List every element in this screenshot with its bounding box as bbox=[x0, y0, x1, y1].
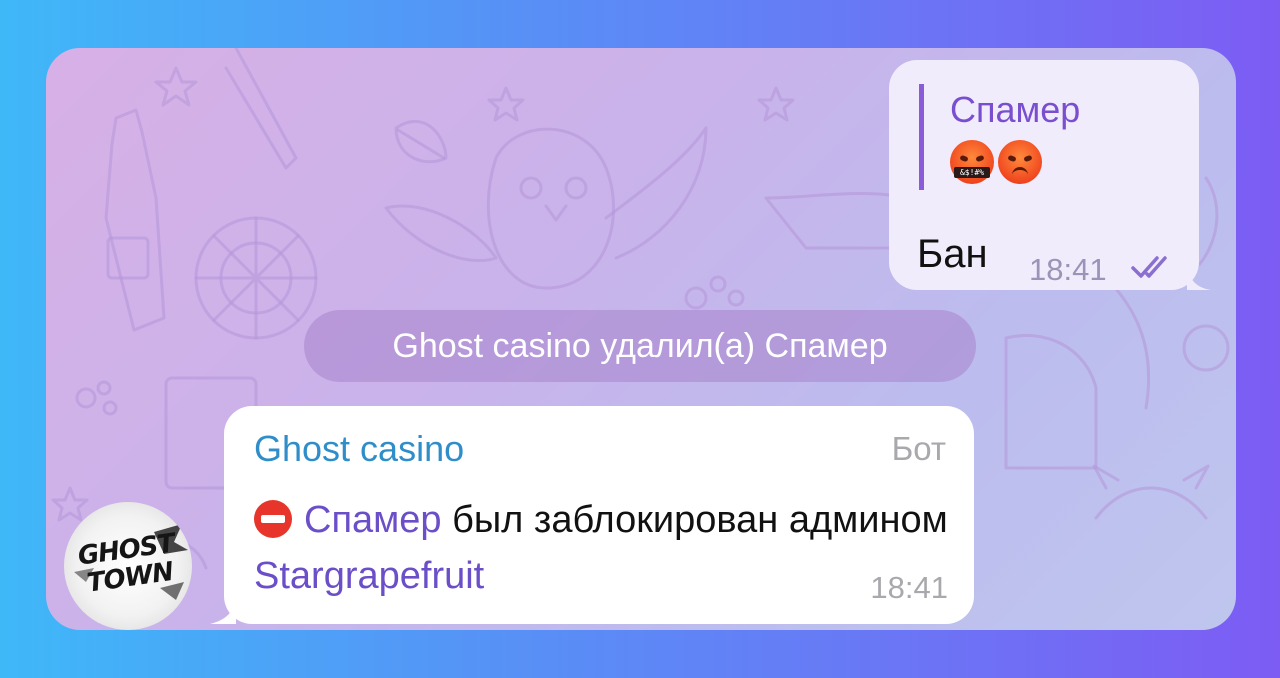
admin-mention-link[interactable]: Stargrapefruit bbox=[254, 555, 484, 597]
censor-symbols: &$!#% bbox=[954, 167, 990, 178]
message-text-middle: был заблокирован админом bbox=[441, 499, 948, 541]
bubble-tail bbox=[1187, 266, 1211, 290]
chat-view[interactable]: Спамер &$!#% Бан 18:41 Ghost casino удал… bbox=[46, 48, 1236, 630]
service-message-text: Ghost casino удалил(а) Спамер bbox=[392, 326, 888, 365]
reply-quote-author: Спамер bbox=[950, 89, 1081, 130]
user-mention-link[interactable]: Спамер bbox=[304, 499, 442, 541]
face-with-symbols-on-mouth-icon: &$!#% bbox=[950, 140, 994, 184]
reply-quote[interactable]: Спамер &$!#% bbox=[919, 84, 1109, 190]
angry-face-icon bbox=[998, 140, 1042, 184]
incoming-message-time: 18:41 bbox=[870, 570, 948, 605]
reply-quote-emoji: &$!#% bbox=[950, 140, 1109, 184]
message-sender-name[interactable]: Ghost casino bbox=[254, 428, 464, 470]
incoming-message-bubble[interactable]: Ghost casino Бот Спамер был заблокирован… bbox=[210, 406, 974, 624]
double-check-icon bbox=[1131, 256, 1167, 278]
service-message: Ghost casino удалил(а) Спамер bbox=[304, 310, 976, 382]
outgoing-message-bubble[interactable]: Спамер &$!#% Бан 18:41 bbox=[889, 60, 1211, 290]
outgoing-message-text: Бан bbox=[917, 232, 988, 276]
sender-avatar[interactable]: GHOST TOWN bbox=[64, 502, 192, 630]
incoming-message-text: Спамер был заблокирован админом Stargrap… bbox=[254, 492, 954, 604]
bubble-tail bbox=[210, 598, 236, 624]
no-entry-icon bbox=[254, 500, 292, 538]
outgoing-message-time: 18:41 bbox=[1029, 252, 1107, 287]
bot-badge: Бот bbox=[891, 430, 946, 467]
